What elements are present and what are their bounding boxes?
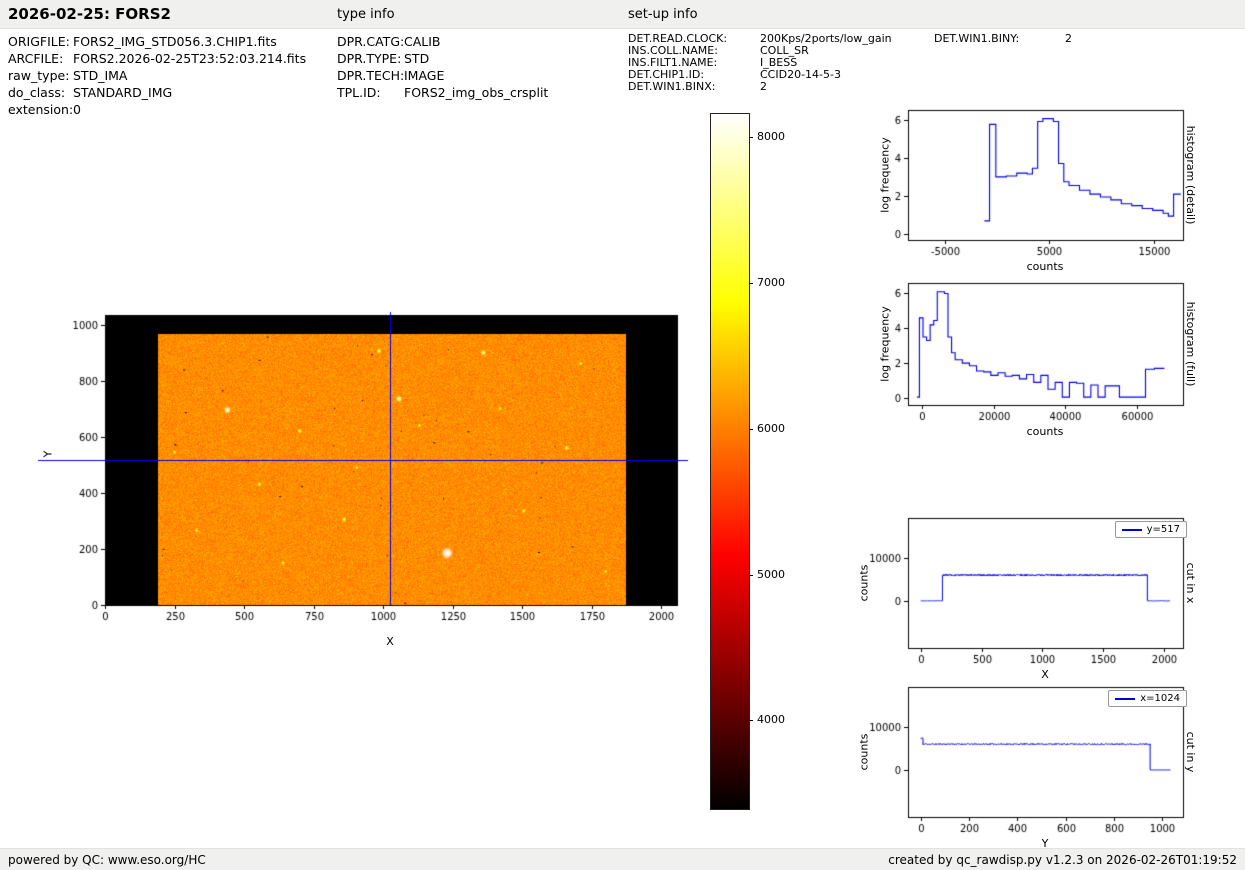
type-info-column: DPR.CATG:CALIBDPR.TYPE:STDDPR.TECH:IMAGE… — [337, 33, 548, 101]
meta-value: FORS2_IMG_STD056.3.CHIP1.fits — [73, 34, 277, 49]
meta-value: STD_IMA — [73, 68, 127, 83]
cut-x-legend-label: y=517 — [1147, 524, 1180, 535]
meta-value: CALIB — [404, 34, 441, 49]
hist-detail-side-label: histogram (detail) — [1184, 126, 1197, 225]
hist-detail-ylabel: log frequency — [879, 137, 892, 212]
meta-row: ARCFILE:FORS2.2026-02-25T23:52:03.214.fi… — [8, 50, 306, 67]
colorbar-tick-label: 4000 — [757, 713, 785, 726]
meta-value: IMAGE — [404, 68, 444, 83]
meta-label: ORIGFILE: — [8, 33, 73, 50]
cut-y-legend-label: x=1024 — [1140, 693, 1180, 704]
cut-y-side-label: cut in y — [1184, 732, 1197, 773]
file-info-column: ORIGFILE:FORS2_IMG_STD056.3.CHIP1.fitsAR… — [8, 33, 306, 118]
meta-label: DET.WIN1.BINY: — [934, 33, 1065, 45]
meta-row: DET.WIN1.BINX:2 — [628, 81, 892, 93]
setup-info-heading: set-up info — [628, 7, 698, 22]
hist-full-ylabel: log frequency — [879, 306, 892, 381]
cut-x-ylabel: counts — [858, 565, 871, 602]
colorbar-canvas — [710, 113, 750, 810]
type-info-heading: type info — [337, 7, 395, 22]
colorbar — [710, 113, 750, 810]
meta-value: 2 — [760, 80, 767, 93]
meta-label: raw_type: — [8, 67, 73, 84]
histogram-full-plot: log frequency histogram (full) counts — [853, 273, 1203, 442]
meta-row: extension:0 — [8, 101, 306, 118]
meta-label: ARCFILE: — [8, 50, 73, 67]
meta-value: FORS2_img_obs_crsplit — [404, 85, 548, 100]
setup-info-column-2: DET.WIN1.BINY:2 — [934, 33, 1072, 45]
colorbar-tick-label: 7000 — [757, 276, 785, 289]
colorbar-tick-label: 5000 — [757, 568, 785, 581]
meta-label: do_class: — [8, 84, 73, 101]
footer-right-text: created by qc_rawdisp.py v1.2.3 on 2026-… — [888, 853, 1237, 867]
footer-bar: powered by QC: www.eso.org/HC created by… — [0, 848, 1245, 870]
main-plot-xlabel: X — [386, 635, 394, 648]
header-bar: 2026-02-25: FORS2 type info set-up info — [0, 0, 1245, 29]
colorbar-tick-labels: 4000 5000 6000 7000 8000 — [749, 113, 819, 813]
meta-value: STANDARD_IMG — [73, 85, 172, 100]
meta-row: DPR.TECH:IMAGE — [337, 67, 548, 84]
ccd-image-canvas — [36, 302, 696, 650]
legend-line-swatch — [1115, 698, 1135, 700]
histogram-full-canvas — [853, 273, 1203, 442]
hist-full-xlabel: counts — [1027, 425, 1064, 438]
hist-detail-xlabel: counts — [1027, 260, 1064, 273]
histogram-detail-canvas — [853, 100, 1203, 277]
colorbar-tick-mark — [749, 137, 753, 138]
colorbar-tick-mark — [749, 720, 753, 721]
meta-label: TPL.ID: — [337, 84, 404, 101]
meta-row: TPL.ID:FORS2_img_obs_crsplit — [337, 84, 548, 101]
meta-row: DPR.TYPE:STD — [337, 50, 548, 67]
meta-value: FORS2.2026-02-25T23:52:03.214.fits — [73, 51, 306, 66]
cut-in-x-plot: counts cut in x X y=517 — [853, 508, 1203, 685]
page-title: 2026-02-25: FORS2 — [8, 5, 171, 23]
meta-row: DET.WIN1.BINY:2 — [934, 33, 1072, 45]
meta-row: DPR.CATG:CALIB — [337, 33, 548, 50]
cut-x-side-label: cut in x — [1184, 563, 1197, 604]
cut-y-legend: x=1024 — [1108, 690, 1187, 707]
footer-left-text: powered by QC: www.eso.org/HC — [8, 853, 206, 867]
setup-info-column: DET.READ.CLOCK:200Kps/2ports/low_gainINS… — [628, 33, 892, 93]
meta-value: 0 — [73, 102, 81, 117]
legend-line-swatch — [1122, 529, 1142, 531]
meta-label: extension: — [8, 101, 73, 118]
meta-row: do_class:STANDARD_IMG — [8, 84, 306, 101]
meta-value: CCID20-14-5-3 — [760, 68, 841, 81]
meta-row: raw_type:STD_IMA — [8, 67, 306, 84]
meta-value: STD — [404, 51, 429, 66]
meta-label: DET.WIN1.BINX: — [628, 81, 760, 93]
meta-label: DPR.TYPE: — [337, 50, 404, 67]
colorbar-tick-mark — [749, 429, 753, 430]
hist-full-side-label: histogram (full) — [1184, 302, 1197, 387]
meta-value: 2 — [1065, 32, 1072, 45]
colorbar-tick-mark — [749, 575, 753, 576]
ccd-image-plot: Y X — [36, 302, 696, 650]
cut-y-ylabel: counts — [858, 734, 871, 771]
qc-report-page: 2026-02-25: FORS2 type info set-up info … — [0, 0, 1245, 870]
colorbar-tick-label: 6000 — [757, 422, 785, 435]
histogram-detail-plot: log frequency histogram (detail) counts — [853, 100, 1203, 277]
meta-label: DPR.CATG: — [337, 33, 404, 50]
meta-row: ORIGFILE:FORS2_IMG_STD056.3.CHIP1.fits — [8, 33, 306, 50]
cut-in-y-plot: counts cut in y Y x=1024 — [853, 677, 1203, 854]
meta-label: DPR.TECH: — [337, 67, 404, 84]
colorbar-tick-label: 8000 — [757, 130, 785, 143]
colorbar-tick-mark — [749, 283, 753, 284]
cut-x-legend: y=517 — [1115, 521, 1187, 538]
main-plot-ylabel: Y — [42, 451, 55, 458]
